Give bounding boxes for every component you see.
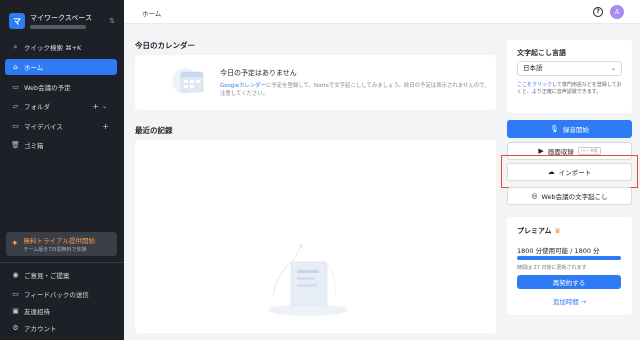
account-icon: ⚙: [12, 324, 19, 332]
transcription-language-card: 文字起こし言語 日本語 ⌄ ここをクリックして専門用語などを登録しておくと、より…: [507, 40, 632, 113]
sidebar-item-label: ゴミ箱: [24, 142, 44, 150]
sidebar-item-label: ホーム: [24, 64, 44, 72]
sidebar-item-feedback-ideas[interactable]: ◉ ご意見・ご提案: [5, 267, 117, 283]
empty-records-illustration: [268, 244, 348, 316]
sidebar-item-label: クイック検索 ⌘+K: [24, 44, 82, 52]
language-select[interactable]: 日本語 ⌄: [517, 61, 622, 76]
web-meeting-icon: ◎: [531, 192, 538, 200]
help-icon[interactable]: ?: [593, 7, 603, 17]
invite-icon: ▣: [12, 307, 19, 315]
trial-subtitle: チーム版を7日間無料で体験: [23, 247, 87, 253]
beta-badge: ベータ版: [577, 147, 601, 155]
sidebar-item-label: ご意見・ご提案: [24, 272, 70, 280]
workspace-switcher[interactable]: マ マイワークスペース ⇅: [9, 10, 115, 32]
microphone-icon: 🎙: [550, 125, 559, 133]
add-device-icon[interactable]: +: [102, 122, 109, 131]
avatar[interactable]: A: [610, 5, 624, 19]
sidebar-item-trash[interactable]: 🗑 ゴミ箱: [5, 137, 117, 153]
sidebar-item-invite-friends[interactable]: ▣ 友達招待: [5, 303, 117, 319]
premium-card: プレミアム ♛ 1800 分使用可能 / 1800 分 時間は 27 日後に更新さ…: [507, 217, 632, 315]
sidebar-item-label: フォルダ: [24, 103, 50, 111]
device-icon: ▭: [12, 122, 19, 130]
top-bar: ホーム ? A: [124, 0, 640, 24]
workspace-logo: マ: [9, 13, 25, 29]
workspace-email-redacted: [30, 25, 86, 29]
sidebar-item-my-devices[interactable]: ▭ マイデバイス +: [5, 118, 117, 134]
import-highlight-box: [501, 155, 638, 188]
sidebar-item-label: マイデバイス: [24, 123, 63, 131]
calendar-heading: 今日のカレンダー: [135, 41, 195, 50]
sparkle-icon: ✦: [11, 239, 19, 249]
start-recording-label: 録音開始: [562, 126, 589, 134]
chevron-down-icon[interactable]: ⌄: [102, 103, 107, 110]
sidebar-item-folders[interactable]: ▱ フォルダ + ⌄: [5, 98, 117, 114]
add-folder-icon[interactable]: +: [92, 102, 99, 111]
add-time-link[interactable]: 追加時間 →: [507, 296, 632, 306]
usage-progress-bar: [517, 256, 621, 260]
renew-button[interactable]: 再契約する: [517, 275, 621, 289]
calendar-empty-illustration: [172, 68, 204, 94]
main-area: ホーム ? A 今日のカレンダー 今日の予定はありません Googleカレンダー…: [124, 0, 640, 340]
calendar-empty-title: 今日の予定はありません: [220, 69, 297, 77]
calendar-card: 今日の予定はありません Googleカレンダーに予定を登録して、Nottaで文字…: [135, 55, 496, 110]
feedback-send-icon: ▭: [12, 290, 19, 298]
language-selected-value: 日本語: [523, 64, 543, 72]
premium-title: プレミアム ♛: [517, 227, 561, 235]
home-icon: ⌂: [13, 63, 18, 71]
sidebar: マ マイワークスペース ⇅ ⌕ クイック検索 ⌘+K ⌂ ホーム ▭ Web会議…: [0, 0, 124, 340]
transcription-language-title: 文字起こし言語: [517, 49, 566, 57]
renew-note: 時間は 27 日後に更新されます: [517, 265, 587, 271]
search-icon: ⌕: [13, 42, 18, 51]
usage-text: 1800 分使用可能 / 1800 分: [517, 247, 600, 255]
usage-progress-fill: [517, 256, 621, 260]
sidebar-item-home[interactable]: ⌂ ホーム: [5, 59, 117, 75]
sidebar-item-web-meetings[interactable]: ▭ Web会議の予定: [5, 79, 117, 95]
recent-records-card: [135, 140, 496, 333]
trash-icon: 🗑: [11, 141, 20, 149]
web-meeting-icon: ▭: [12, 83, 19, 91]
language-note: ここをクリックして専門用語などを登録しておくと、より正確に音声認識できます。: [517, 82, 625, 96]
sidebar-item-label: Web会議の予定: [24, 84, 71, 92]
web-meeting-transcribe-button[interactable]: ◎ Web会議の文字起こし: [507, 187, 632, 205]
free-trial-banner[interactable]: ✦ 無料トライアル提供開始 チーム版を7日間無料で体験: [6, 232, 117, 256]
crown-icon: ♛: [554, 227, 561, 235]
sidebar-item-quick-search[interactable]: ⌕ クイック検索 ⌘+K: [5, 39, 117, 55]
breadcrumb: ホーム: [142, 10, 162, 18]
sidebar-item-label: 友達招待: [24, 308, 50, 316]
sidebar-item-account[interactable]: ⚙ アカウント: [5, 320, 117, 336]
calendar-empty-description: Googleカレンダーに予定を登録して、Nottaで文字起こししてみましょう。終…: [220, 82, 490, 98]
sidebar-item-send-feedback[interactable]: ▭ フィードバックの送信: [5, 286, 117, 302]
sidebar-item-label: アカウント: [24, 325, 57, 333]
workspace-name: マイワークスペース: [30, 14, 92, 22]
custom-vocab-link[interactable]: ここをクリック: [517, 82, 552, 88]
chevron-updown-icon: ⇅: [109, 17, 115, 25]
folder-icon: ▱: [12, 102, 19, 110]
feedback-icon: ◉: [12, 271, 19, 279]
start-recording-button[interactable]: 🎙 録音開始: [507, 120, 632, 138]
video-icon: ▶: [538, 147, 544, 155]
recent-records-heading: 最近の記録: [135, 126, 173, 135]
sidebar-item-label: フィードバックの送信: [24, 291, 89, 299]
google-calendar-link[interactable]: Googleカレンダー: [220, 83, 266, 89]
web-meeting-transcribe-label: Web会議の文字起こし: [541, 193, 608, 201]
chevron-down-icon: ⌄: [610, 65, 616, 72]
sidebar-divider: [0, 262, 124, 263]
trial-title: 無料トライアル提供開始: [23, 237, 95, 245]
